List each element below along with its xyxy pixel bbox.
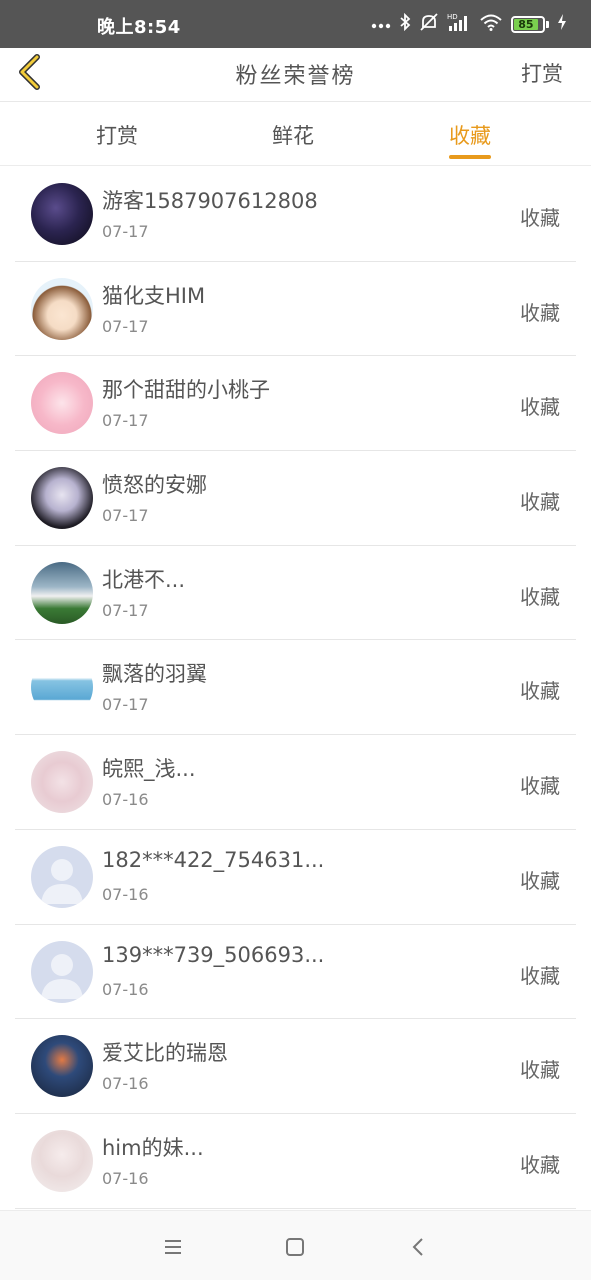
avatar — [31, 845, 93, 908]
hd-signal-icon: HD — [447, 12, 471, 36]
avatar — [31, 656, 93, 719]
list-item[interactable]: 皖熙_浅... 07-16 收藏 — [15, 735, 576, 830]
tab-favorites[interactable]: 收藏 — [449, 120, 491, 159]
user-name: 愤怒的安娜 — [102, 473, 207, 498]
user-date: 07-17 — [102, 316, 149, 336]
action-label: 收藏 — [520, 963, 560, 988]
list-item[interactable]: 爱艾比的瑞恩 07-16 收藏 — [15, 1019, 576, 1114]
tab-flowers[interactable]: 鲜花 — [272, 120, 314, 150]
user-date: 07-17 — [102, 506, 149, 526]
list-item[interactable]: him的妹... 07-16 收藏 — [15, 1114, 576, 1209]
user-name: 飘落的羽翼 — [102, 662, 207, 687]
list-item[interactable]: 猫化支HIM 07-17 收藏 — [15, 262, 576, 357]
default-user-icon — [41, 858, 83, 904]
user-name: 北港不... — [102, 567, 186, 592]
avatar — [31, 561, 93, 624]
fan-list: 游客1587907612808 07-17 收藏 猫化支HIM 07-17 收藏… — [15, 167, 576, 1209]
list-item[interactable]: 游客1587907612808 07-17 收藏 — [15, 167, 576, 262]
chevron-left-icon — [412, 1238, 423, 1256]
battery-level: 85 — [514, 18, 538, 31]
tab-reward[interactable]: 打赏 — [96, 120, 138, 150]
active-tab-indicator — [449, 155, 491, 159]
user-date: 07-16 — [102, 1074, 149, 1094]
avatar — [31, 277, 93, 340]
list-item[interactable]: 139***739_506693... 07-16 收藏 — [15, 925, 576, 1020]
avatar — [31, 940, 93, 1003]
default-user-icon — [41, 953, 83, 999]
list-item[interactable]: 飘落的羽翼 07-17 收藏 — [15, 640, 576, 736]
user-name: 猫化支HIM — [102, 283, 206, 308]
user-name: 139***739_506693... — [102, 942, 325, 967]
status-icons: HD 85 — [371, 12, 567, 36]
alarm-off-icon — [419, 12, 439, 36]
user-date: 07-17 — [102, 695, 149, 715]
user-date: 07-16 — [102, 884, 149, 904]
tab-label: 打赏 — [96, 124, 138, 148]
list-item[interactable]: 182***422_754631... 07-16 收藏 — [15, 830, 576, 925]
status-time: 晚上8:54 — [97, 17, 181, 38]
list-item[interactable]: 愤怒的安娜 07-17 收藏 — [15, 451, 576, 546]
action-label: 收藏 — [520, 395, 560, 420]
avatar — [31, 1035, 93, 1098]
avatar — [31, 751, 93, 814]
tab-label: 鲜花 — [272, 124, 314, 148]
user-name: him的妹... — [102, 1135, 204, 1160]
action-label: 收藏 — [520, 584, 560, 609]
bluetooth-icon — [399, 12, 411, 35]
action-label: 收藏 — [520, 490, 560, 515]
battery-icon: 85 — [511, 15, 549, 33]
action-label: 收藏 — [520, 300, 560, 325]
tab-bar: 打赏 鲜花 收藏 — [0, 102, 591, 166]
avatar — [31, 372, 93, 435]
action-label: 收藏 — [520, 868, 560, 893]
action-label: 收藏 — [520, 1058, 560, 1083]
svg-text:HD: HD — [447, 13, 458, 21]
action-label: 收藏 — [520, 679, 560, 704]
page-title: 粉丝荣誉榜 — [235, 64, 356, 89]
status-bar: 晚上8:54 HD 85 — [0, 0, 591, 48]
app-header: 粉丝荣誉榜 打赏 — [0, 48, 591, 102]
menu-button[interactable] — [161, 1235, 185, 1259]
user-name: 游客1587907612808 — [102, 189, 318, 213]
user-date: 07-17 — [102, 411, 149, 431]
user-date: 07-16 — [102, 790, 149, 810]
user-date: 07-17 — [102, 222, 149, 241]
avatar — [31, 1129, 93, 1192]
menu-icon — [165, 1240, 181, 1254]
dots-icon — [371, 15, 391, 33]
wifi-icon — [479, 13, 503, 35]
tab-label: 收藏 — [449, 124, 491, 148]
user-name: 182***422_754631... — [102, 847, 325, 872]
user-name: 皖熙_浅... — [102, 757, 196, 782]
avatar — [31, 183, 93, 245]
charging-icon — [557, 13, 567, 35]
reward-button[interactable]: 打赏 — [521, 58, 563, 88]
system-nav-bar — [0, 1210, 591, 1280]
action-label: 收藏 — [520, 1152, 560, 1177]
user-name: 爱艾比的瑞恩 — [102, 1041, 228, 1066]
user-date: 07-16 — [102, 979, 149, 999]
home-button[interactable] — [283, 1235, 307, 1259]
avatar — [31, 467, 93, 530]
user-date: 07-16 — [102, 1168, 149, 1188]
action-label: 收藏 — [520, 774, 560, 799]
user-name: 那个甜甜的小桃子 — [102, 378, 270, 403]
list-item[interactable]: 北港不... 07-17 收藏 — [15, 546, 576, 641]
list-item[interactable]: 那个甜甜的小桃子 07-17 收藏 — [15, 356, 576, 452]
home-square-icon — [286, 1238, 304, 1256]
user-date: 07-17 — [102, 600, 149, 620]
system-back-button[interactable] — [406, 1235, 430, 1259]
action-label: 收藏 — [520, 206, 560, 230]
